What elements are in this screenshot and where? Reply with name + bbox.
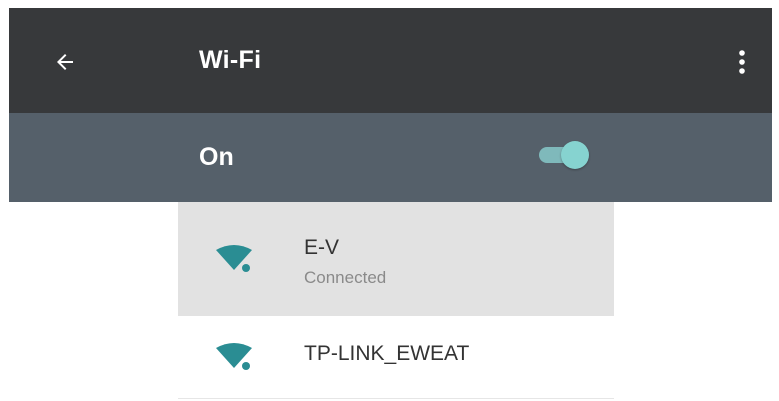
wifi-toggle-switch[interactable] [535, 137, 591, 173]
network-list: E-V Connected TP-LINK_EWEAT [178, 202, 614, 396]
wifi-signal-icon [216, 245, 252, 272]
arrow-left-icon [57, 54, 73, 70]
network-item-tp-link-eweat[interactable]: TP-LINK_EWEAT [178, 316, 614, 396]
wifi-master-switch-bar[interactable]: On [9, 113, 772, 202]
page-title: Wi-Fi [199, 46, 262, 74]
network-ssid: E-V [304, 236, 340, 259]
network-ssid: TP-LINK_EWEAT [304, 342, 470, 365]
more-vert-icon [739, 50, 745, 74]
wifi-settings-screen: Wi-Fi On E-V Connected TP-LINK_EWEAT [0, 0, 779, 401]
network-item-e-v[interactable]: E-V Connected [178, 202, 614, 316]
app-bar: Wi-Fi [9, 8, 772, 113]
overflow-menu-button[interactable] [724, 40, 760, 84]
wifi-signal-icon [216, 343, 252, 370]
back-button[interactable] [43, 40, 87, 84]
list-divider [178, 398, 614, 399]
wifi-switch-label: On [199, 143, 234, 171]
network-status: Connected [304, 268, 387, 287]
toggle-thumb [561, 141, 589, 169]
